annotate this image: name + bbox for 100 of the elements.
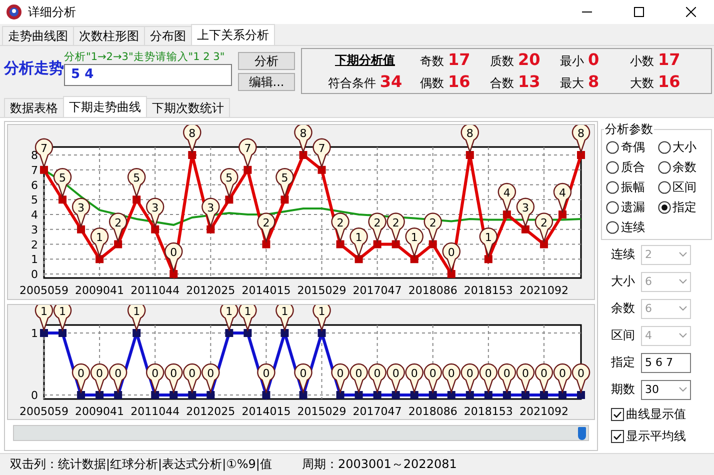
stat-value: 17	[658, 50, 680, 69]
analyze-button[interactable]: 分析	[238, 52, 295, 70]
tab[interactable]: 次数柱形图	[73, 26, 145, 45]
value-label: 0	[146, 363, 164, 393]
summary-title: 下期分析值	[334, 52, 396, 68]
stat-value: 8	[588, 72, 600, 91]
data-point	[114, 391, 122, 399]
radio-button[interactable]	[606, 161, 619, 174]
data-label: 0	[262, 367, 270, 380]
value-label: 0	[331, 363, 350, 393]
data-label: 8	[578, 127, 584, 140]
stat-label: 偶数	[420, 75, 444, 92]
data-label: 0	[448, 367, 455, 380]
status-text: 双击列：统计数据|红球分析|表达式分析|①%9|值	[10, 456, 272, 473]
option-label[interactable]: 连续	[621, 219, 645, 236]
data-point	[280, 196, 289, 204]
option-label[interactable]: 区间	[672, 179, 696, 196]
option-label[interactable]: 质合	[621, 159, 645, 176]
data-label: 1	[40, 305, 48, 318]
option-label[interactable]: 振幅	[621, 179, 645, 196]
checkbox-label[interactable]: 显示平均线	[626, 428, 686, 444]
stat-label: 最小	[560, 53, 584, 70]
option-label[interactable]: 指定	[672, 199, 696, 216]
data-label: 0	[503, 367, 510, 380]
tab[interactable]: 数据表格	[4, 98, 64, 117]
scroll-thumb[interactable]	[578, 427, 586, 440]
data-label: 1	[244, 305, 252, 318]
field-label: 期数	[611, 381, 636, 398]
checkbox[interactable]	[611, 430, 624, 442]
value-label: 0	[553, 363, 572, 393]
maximize-icon	[634, 7, 644, 17]
data-label: 0	[170, 246, 178, 259]
checkbox[interactable]	[611, 408, 624, 420]
axis-label: 2018086	[408, 405, 458, 418]
radio-button[interactable]	[658, 161, 670, 174]
radio-button[interactable]	[606, 201, 619, 214]
data-label: 1	[59, 305, 66, 318]
value-label: 0	[294, 363, 312, 393]
value-label: 3	[146, 198, 164, 227]
data-point	[188, 391, 196, 399]
tab[interactable]: 上下关系分析	[191, 24, 275, 45]
axis-label: 2015029	[297, 284, 346, 297]
value-label: 2	[368, 212, 386, 242]
tab[interactable]: 走势曲线图	[2, 26, 74, 45]
data-label: 2	[114, 216, 122, 230]
option-label[interactable]: 遗漏	[621, 199, 645, 216]
radio-button[interactable]	[658, 141, 670, 154]
data-label: 4	[558, 186, 566, 200]
data-label: 0	[336, 367, 344, 380]
data-label: 1	[484, 231, 492, 244]
axis-label: 2018153	[464, 284, 513, 297]
value-label: 0	[572, 363, 590, 393]
axis-label: 2018086	[408, 284, 458, 297]
data-label: 0	[578, 367, 584, 380]
data-label: 0	[374, 367, 381, 380]
radio-button[interactable]	[606, 181, 619, 194]
value-label: 5	[128, 168, 146, 198]
tab[interactable]: 下期次数统计	[146, 98, 230, 117]
axis-label: 2014015	[242, 284, 291, 297]
data-point	[225, 329, 234, 337]
radio-button[interactable]	[658, 201, 670, 214]
data-point	[40, 329, 48, 337]
data-label: 0	[392, 367, 400, 380]
data-point	[96, 255, 104, 264]
data-point	[170, 391, 178, 399]
value-label: 1	[479, 228, 498, 257]
data-label: 0	[300, 367, 307, 380]
value-label: 2	[331, 212, 350, 242]
scrollbar[interactable]	[13, 425, 589, 441]
radio-button[interactable]	[606, 141, 619, 154]
data-label: 1	[410, 231, 418, 244]
dropdown[interactable]: 30	[641, 380, 691, 400]
checkbox-label[interactable]: 曲线显示值	[626, 406, 686, 422]
value-label: 1	[312, 305, 331, 331]
axis-label: 2009041	[75, 405, 124, 418]
option-label[interactable]: 奇偶	[621, 139, 645, 156]
axis-label: 2015029	[297, 405, 346, 418]
value-label: 1	[220, 305, 238, 331]
data-label: 7	[318, 142, 326, 155]
value-label: 1	[350, 228, 368, 257]
caret-icon	[679, 279, 687, 284]
data-label: 2	[262, 216, 270, 230]
tab[interactable]: 下期走势曲线	[63, 96, 147, 117]
data-label: 1	[133, 305, 140, 318]
value-label: 5	[220, 168, 238, 198]
input-field[interactable]: 5 4	[64, 64, 232, 86]
input-field[interactable]: 5 6 7	[641, 352, 691, 372]
radio-button[interactable]	[658, 181, 670, 194]
radio-button[interactable]	[606, 221, 619, 234]
axis-label: 0	[31, 389, 38, 402]
option-label[interactable]: 大小	[672, 139, 696, 156]
option-label[interactable]: 余数	[672, 159, 696, 176]
edit-button[interactable]: 编辑...	[238, 73, 295, 91]
value-label: 8	[183, 125, 202, 153]
data-label: 1	[355, 231, 362, 244]
axis-label: 2018153	[464, 405, 513, 418]
tab[interactable]: 分布图	[144, 26, 192, 45]
value-label: 1	[53, 305, 72, 331]
data-point	[244, 329, 252, 337]
data-label: 0	[522, 367, 529, 380]
